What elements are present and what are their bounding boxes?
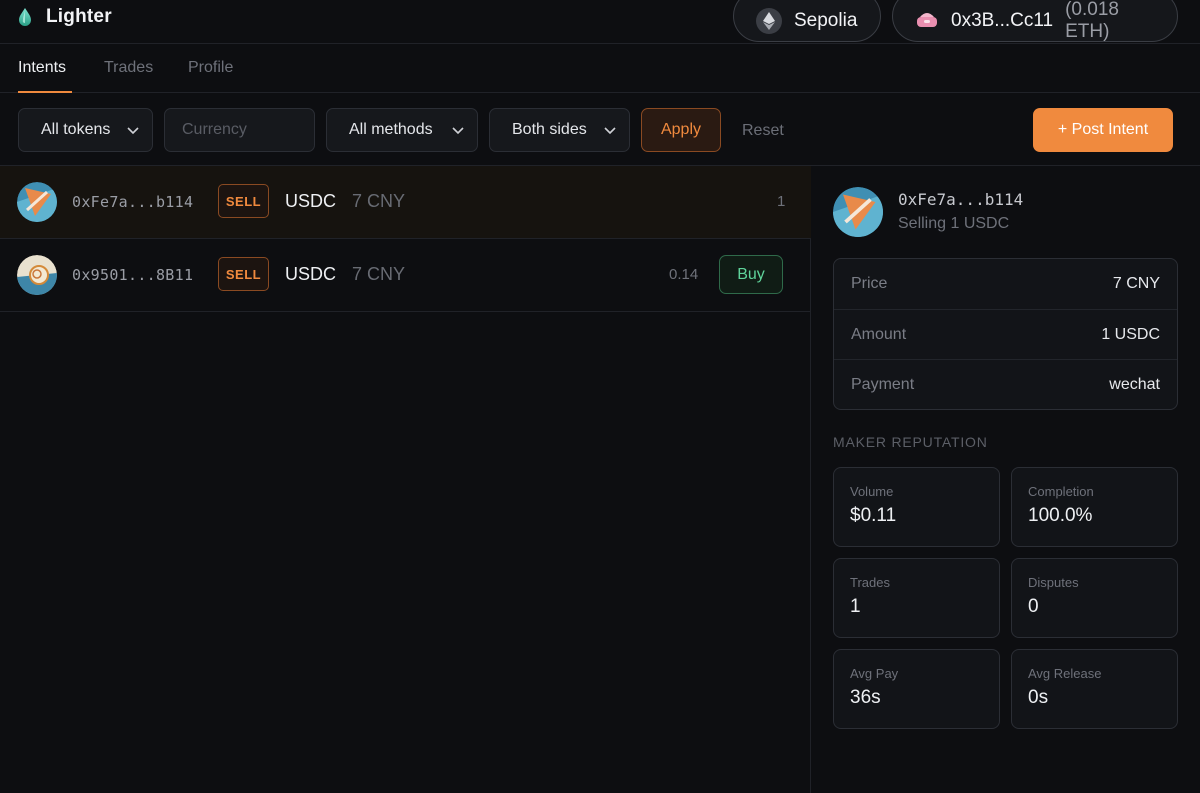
detail-address: 0xFe7a...b114 <box>898 190 1024 209</box>
stat-label: Disputes <box>1028 575 1079 590</box>
side-select-value: Both sides <box>512 121 587 138</box>
token-label: USDC <box>285 191 337 211</box>
avatar <box>17 182 57 222</box>
intent-list: 0xFe7a...b114 SELL USDC 7 CNY 1 0x9501..… <box>0 166 811 793</box>
stat-completion: Completion 100.0% <box>1011 467 1178 547</box>
side-badge: SELL <box>218 257 269 291</box>
price-label: 7 CNY <box>352 191 406 211</box>
stat-value: 1 <box>850 596 861 617</box>
price-label: 7 CNY <box>352 264 406 284</box>
buy-button[interactable]: Buy <box>719 255 783 294</box>
info-label: Price <box>851 275 888 292</box>
chevron-down-icon <box>452 127 464 135</box>
maker-address: 0x9501...8B11 <box>72 266 194 284</box>
token-label: USDC <box>285 264 337 284</box>
stat-label: Avg Release <box>1028 666 1102 681</box>
tab-trades[interactable]: Trades <box>104 59 153 77</box>
ethereum-icon <box>756 8 782 34</box>
apply-button[interactable]: Apply <box>641 108 721 152</box>
avatar <box>17 255 57 295</box>
info-value: 7 CNY <box>1112 275 1160 292</box>
stat-value: $0.11 <box>850 505 897 526</box>
stat-label: Trades <box>850 575 890 590</box>
post-intent-button[interactable]: + Post Intent <box>1033 108 1173 152</box>
reputation-heading: MAKER REPUTATION <box>833 434 988 450</box>
tab-intents[interactable]: Intents <box>18 59 66 77</box>
stat-label: Completion <box>1028 484 1094 499</box>
info-value: wechat <box>1109 375 1160 393</box>
wallet-balance: (0.018 ETH) <box>1065 0 1119 42</box>
stat-avg-release: Avg Release 0s <box>1011 649 1178 729</box>
amount-label: 0.14 <box>669 266 699 283</box>
network-selector[interactable]: Sepolia <box>733 0 881 42</box>
method-select-value: All methods <box>349 121 433 138</box>
info-row-price: Price 7 CNY <box>834 259 1177 309</box>
stat-volume: Volume $0.11 <box>833 467 1000 547</box>
maker-address: 0xFe7a...b114 <box>72 193 194 211</box>
stat-label: Avg Pay <box>850 666 899 681</box>
chevron-down-icon <box>604 127 616 135</box>
token-select-value: All tokens <box>41 121 111 138</box>
stat-disputes: Disputes 0 <box>1011 558 1178 638</box>
intent-row[interactable]: 0xFe7a...b114 SELL USDC 7 CNY 1 <box>0 166 811 239</box>
intent-detail-panel: 0xFe7a...b114 Selling 1 USDC Price 7 CNY… <box>812 166 1200 793</box>
wallet-icon <box>915 9 939 34</box>
stat-value: 0s <box>1028 687 1049 708</box>
top-bar: Lighter Sepolia 0x3B...Cc11 (0.018 ETH) <box>0 0 1200 44</box>
detail-subtitle: Selling 1 USDC <box>898 215 1010 232</box>
reset-button[interactable]: Reset <box>742 122 784 140</box>
stat-trades: Trades 1 <box>833 558 1000 638</box>
tab-bar: Intents Trades Profile <box>0 45 1200 93</box>
token-select[interactable]: All tokens <box>18 108 153 152</box>
brand[interactable]: Lighter <box>16 6 112 28</box>
app-name: Lighter <box>46 6 112 27</box>
stat-value: 0 <box>1028 596 1039 617</box>
stat-value: 36s <box>850 687 881 708</box>
droplet-logo-icon <box>19 8 31 26</box>
info-row-amount: Amount 1 USDC <box>834 309 1177 359</box>
stat-value: 100.0% <box>1028 505 1093 526</box>
intent-info-card: Price 7 CNY Amount 1 USDC Payment wechat <box>833 258 1178 410</box>
currency-input[interactable]: Currency <box>164 108 315 152</box>
amount-label: 1 <box>777 193 786 210</box>
avatar <box>833 187 883 237</box>
info-label: Amount <box>851 325 907 343</box>
chevron-down-icon <box>127 127 139 135</box>
side-badge: SELL <box>218 184 269 218</box>
wallet-button[interactable]: 0x3B...Cc11 (0.018 ETH) <box>892 0 1178 42</box>
wallet-address: 0x3B...Cc11 <box>951 10 1054 31</box>
stat-label: Volume <box>850 484 894 499</box>
active-tab-indicator <box>18 91 72 93</box>
intent-row[interactable]: 0x9501...8B11 SELL USDC 7 CNY 0.14 Buy <box>0 239 811 312</box>
side-select[interactable]: Both sides <box>489 108 630 152</box>
stat-avg-pay: Avg Pay 36s <box>833 649 1000 729</box>
filter-bar: All tokens Currency All methods Both sid… <box>0 94 1200 166</box>
network-name: Sepolia <box>794 10 858 31</box>
info-row-payment: Payment wechat <box>834 359 1177 409</box>
method-select[interactable]: All methods <box>326 108 478 152</box>
info-value: 1 USDC <box>1101 325 1160 343</box>
info-label: Payment <box>851 375 915 393</box>
tab-profile[interactable]: Profile <box>188 59 233 77</box>
